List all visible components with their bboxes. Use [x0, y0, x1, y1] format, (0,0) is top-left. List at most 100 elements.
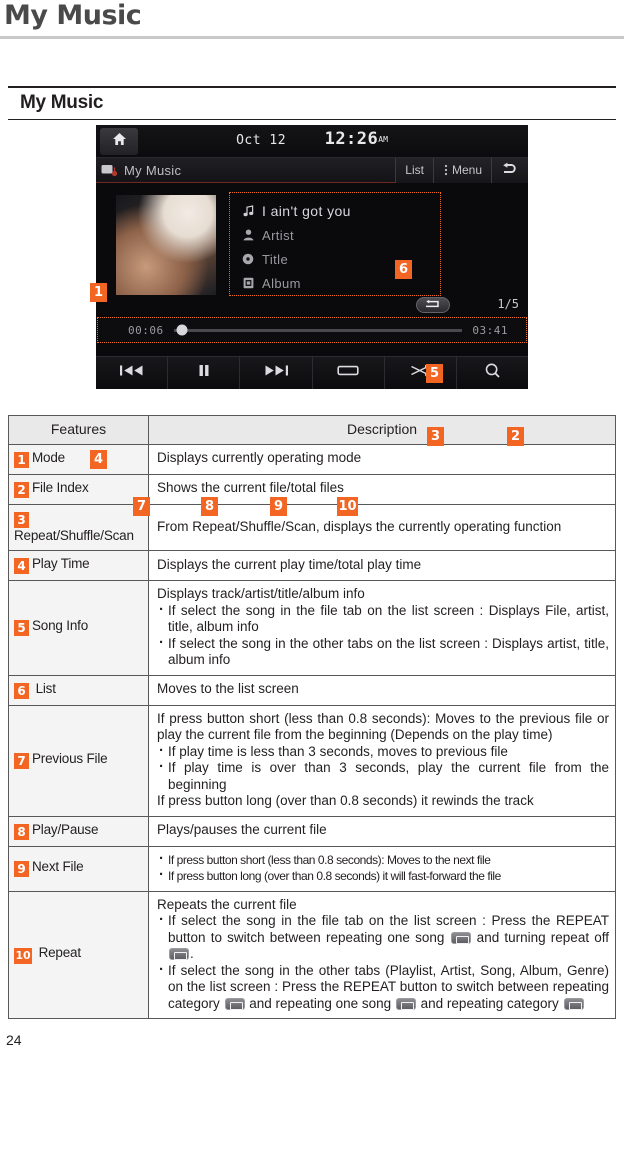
- status-time: 12:26: [324, 129, 379, 149]
- table-row: 9Next File If press button short (less t…: [8, 845, 616, 892]
- file-index-text: 1/5: [497, 297, 519, 311]
- album-icon: [238, 277, 258, 289]
- feature-label: Previous File: [32, 751, 108, 766]
- description-lead: If press button short (less than 0.8 sec…: [157, 710, 609, 743]
- music-note-icon: [238, 205, 258, 217]
- repeat-one-icon: [450, 931, 471, 944]
- row-badge-10: 10: [14, 947, 32, 964]
- description-lead: Displays track/artist/title/album info: [157, 586, 365, 601]
- description-cell-previous-file: If press button short (less than 0.8 sec…: [148, 704, 616, 817]
- description-cell-mode: Displays currently operating mode: [148, 443, 616, 475]
- play-pause-button[interactable]: [168, 357, 241, 389]
- total-play-time: 03:41: [472, 323, 508, 337]
- bullet-item: If select the song in the other tabs on …: [157, 635, 609, 669]
- description-cell-repeat: Repeats the current file If select the s…: [148, 890, 616, 1019]
- bullet-item: If select the song in the file tab on th…: [157, 912, 609, 963]
- table-row: 2 File Index Shows the current file/total…: [8, 473, 616, 505]
- bullet-item: If press button short (less than 0.8 sec…: [157, 851, 609, 869]
- running-head-rule: [0, 36, 624, 39]
- shuffle-button[interactable]: [385, 357, 457, 389]
- album-art: [116, 195, 216, 295]
- feature-label: File Index: [32, 479, 89, 495]
- feature-cell-previous-file: 7 Previous File: [8, 704, 149, 817]
- head-unit-screen: Oct 12 12:26AM My Music List Menu I ain'…: [96, 125, 528, 389]
- feature-label: Next File: [32, 859, 84, 874]
- column-header-description: Description: [148, 415, 616, 445]
- bullet-item: If select the song in the other tabs (Pl…: [157, 962, 609, 1013]
- repeat-icon: [337, 364, 359, 382]
- repeat-off-icon: [169, 948, 189, 960]
- current-play-time: 00:06: [128, 323, 164, 337]
- back-button[interactable]: [491, 157, 528, 183]
- next-track-icon: [263, 364, 289, 382]
- callout-badge-6: 6: [395, 260, 412, 279]
- clock-area: Oct 12 12:26AM: [96, 129, 528, 149]
- row-badge-9: 9: [14, 861, 29, 877]
- bullet-item: If select the song in the file tab on th…: [157, 602, 609, 636]
- table-row: 6 List Moves to the list screen: [8, 674, 616, 706]
- back-arrow-icon: [501, 162, 519, 179]
- my-music-icon: [101, 163, 118, 177]
- feature-label: Mode: [32, 449, 65, 465]
- feature-label: Song Info: [32, 618, 88, 634]
- table-row: 3Repeat/Shuffle/Scan From Repeat/Shuffle…: [8, 503, 616, 551]
- list-button[interactable]: List: [395, 157, 433, 183]
- search-button[interactable]: [457, 357, 528, 389]
- progress-thumb[interactable]: [176, 324, 188, 336]
- bullet-item: If play time is over than 3 seconds, pla…: [157, 759, 609, 793]
- song-track-text: I ain't got you: [262, 203, 351, 219]
- title-bar: My Music List Menu: [96, 157, 528, 183]
- repeat-button[interactable]: [313, 357, 385, 389]
- row-badge-2: 2: [14, 481, 29, 498]
- pause-icon: [198, 364, 210, 382]
- table-header-row: Features Description: [8, 415, 616, 445]
- callout-badge-5: 5: [426, 364, 443, 383]
- callout-badge-9: 9: [270, 497, 287, 516]
- bullet-item: If play time is less than 3 seconds, mov…: [157, 743, 609, 761]
- now-playing-area: I ain't got you Artist Title Album 1/5 0…: [96, 183, 528, 343]
- progress-track[interactable]: [173, 324, 463, 336]
- callout-badge-1: 1: [90, 283, 107, 302]
- description-bullets: If select the song in the file tab on th…: [157, 912, 609, 1013]
- bullet-text-c: .: [190, 946, 194, 961]
- row-badge-3: 3: [14, 511, 29, 528]
- repeat-status-indicator: [416, 297, 450, 313]
- feature-label: Play Time: [32, 556, 90, 571]
- feature-cell-repeat: 10 Repeat: [8, 890, 149, 1019]
- table-row: 10 Repeat Repeats the current file If se…: [8, 890, 616, 1019]
- description-cell-play-time: Displays the current play time/total pla…: [148, 550, 616, 581]
- transport-control-bar: [96, 356, 528, 389]
- menu-button[interactable]: Menu: [432, 157, 491, 183]
- callout-badge-2: 2: [507, 427, 524, 446]
- repeat-one-icon: [423, 296, 443, 314]
- description-tail: If press button long (over than 0.8 seco…: [157, 793, 534, 808]
- callout-badge-4: 4: [90, 450, 107, 469]
- feature-cell-next-file: 9 Next File: [8, 845, 149, 892]
- feature-label: Play/Pause: [32, 821, 99, 837]
- callout-badge-8: 8: [201, 497, 218, 516]
- running-head-title: My Music: [4, 0, 142, 31]
- callout-badge-7: 7: [133, 497, 150, 516]
- repeat-one-icon: [395, 997, 416, 1010]
- feature-cell-file-index: 2 File Index: [8, 473, 149, 505]
- description-text: Shows the current file/total files: [157, 480, 344, 496]
- section-heading-block: My Music: [0, 86, 624, 120]
- bullet-text-c: and repeating category: [416, 995, 563, 1011]
- feature-cell-mode: 1 Mode: [8, 443, 149, 475]
- row-badge-5: 5: [14, 620, 29, 637]
- table-row: 8 Play/Pause Plays/pauses the current fil…: [8, 815, 616, 847]
- next-file-button[interactable]: [240, 357, 313, 389]
- mode-label: My Music: [124, 162, 182, 178]
- feature-cell-repeat-shuffle-scan: 3Repeat/Shuffle/Scan: [8, 503, 149, 551]
- song-info-row-track: I ain't got you: [238, 199, 440, 223]
- description-text: Displays the current play time/total pla…: [157, 556, 422, 572]
- description-text: From Repeat/Shuffle/Scan, displays the c…: [157, 518, 562, 534]
- row-badge-7: 7: [14, 753, 29, 769]
- table-row: 4 Play Time Displays the current play tim…: [8, 550, 616, 581]
- play-time-bar[interactable]: 00:06 03:41: [97, 317, 527, 343]
- table-row: 5 Song Info Displays track/artist/title/a…: [8, 580, 616, 676]
- previous-file-button[interactable]: [96, 357, 169, 389]
- description-cell-file-index: Shows the current file/total files: [148, 473, 616, 505]
- feature-label: List: [35, 680, 56, 696]
- description-cell-repeat-shuffle-scan: From Repeat/Shuffle/Scan, displays the c…: [148, 503, 616, 551]
